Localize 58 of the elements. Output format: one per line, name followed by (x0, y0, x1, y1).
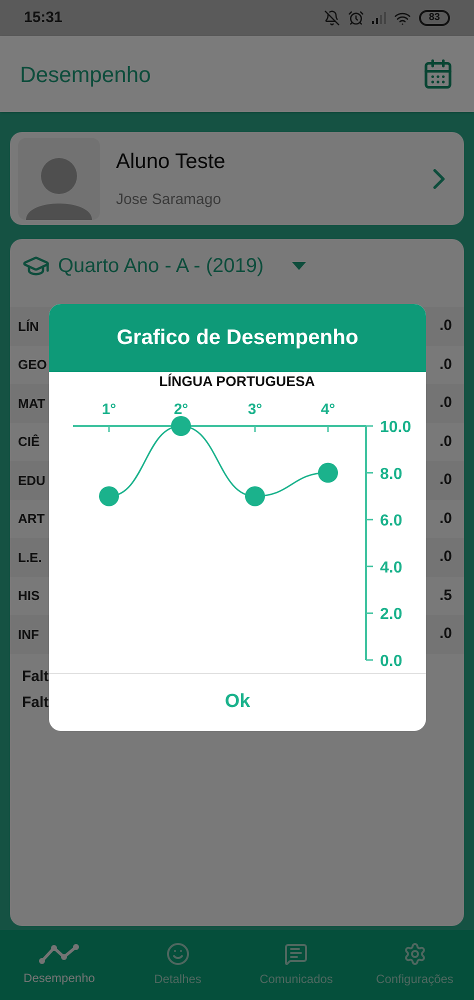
signal-icon (372, 12, 386, 24)
x-tick-label: 4° (320, 401, 336, 418)
caret-icon (292, 262, 306, 270)
subject-cell-text: L.E. (18, 548, 42, 566)
app-title: Desempenho (20, 60, 151, 89)
y-tick-label: 0.0 (380, 653, 402, 670)
nav-tab[interactable]: Detalhes (122, 942, 233, 988)
grade-cell-text: .0 (439, 508, 452, 528)
grade-cell-text: .0 (439, 624, 452, 644)
grade-cell-text: .0 (439, 316, 452, 336)
ok-button[interactable]: Ok (200, 680, 274, 725)
grade-cell-text: .5 (439, 586, 452, 606)
grade-cell-text: .0 (439, 547, 452, 567)
grade-cell-text: .0 (439, 470, 452, 490)
dialog-title: Grafico de Desempenho (116, 325, 358, 352)
subject-cell-text: GEO (18, 356, 47, 374)
person-icon (24, 158, 94, 220)
x-tick-label: 3° (248, 401, 262, 418)
calendar-icon[interactable] (422, 58, 454, 90)
data-point (171, 416, 191, 436)
bell-off-icon (324, 10, 340, 26)
data-point (245, 486, 265, 506)
subject-cell-text: LÍN (18, 318, 39, 336)
grade-cell-text: .0 (439, 432, 452, 452)
student-name: Aluno Teste (116, 148, 226, 174)
battery-indicator: 83 (418, 10, 450, 26)
x-tick-label: 1° (102, 401, 116, 418)
absence-text: Falt (22, 666, 49, 686)
nav-tab[interactable]: Configurações (360, 942, 470, 988)
nav-tab[interactable]: Comunicados (241, 942, 352, 988)
y-tick-label: 2.0 (380, 606, 402, 624)
x-tick-label: 2° (174, 401, 188, 418)
y-tick-label: 10.0 (380, 419, 412, 436)
message-icon (284, 942, 308, 966)
grade-cell-text: .0 (439, 393, 452, 413)
settings-icon (402, 942, 427, 966)
subject-cell-text: HIS (18, 587, 40, 605)
class-dropdown[interactable]: Quarto Ano - A - (2019) (10, 251, 464, 281)
face-icon (166, 942, 190, 966)
chart-title: LÍNGUA PORTUGUESA (159, 373, 315, 389)
subject-cell-text: MAT (18, 394, 46, 412)
alarm-icon (348, 10, 364, 26)
absence-text: Falt (22, 693, 49, 713)
nav-tab[interactable]: Desempenho (4, 943, 114, 987)
subject-cell-text: ART (18, 510, 45, 528)
line-chart-icon (38, 943, 80, 965)
y-tick-label: 6.0 (380, 512, 402, 530)
data-point (318, 462, 338, 483)
subject-cell-text: INF (18, 626, 39, 644)
subject-cell-text: EDU (18, 472, 46, 490)
y-tick-label: 4.0 (380, 559, 402, 576)
status-time: 15:31 (24, 8, 62, 28)
subject-cell-text: CIÊ (18, 433, 40, 451)
y-tick-label: 8.0 (380, 466, 402, 483)
student-subtitle: Jose Saramago (116, 190, 222, 210)
data-point (99, 486, 119, 506)
grade-cell-text: .0 (439, 354, 452, 374)
student-card[interactable]: Aluno Teste Jose Saramago (10, 132, 464, 225)
